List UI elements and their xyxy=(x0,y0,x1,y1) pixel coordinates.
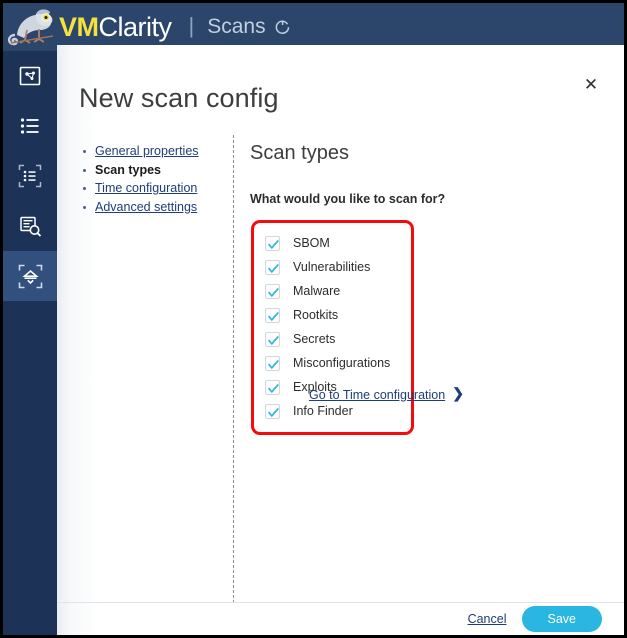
chevron-right-icon: ❯ xyxy=(452,385,464,401)
check-icon xyxy=(267,263,279,273)
checkbox-label: SBOM xyxy=(293,236,330,250)
checkbox-label: Misconfigurations xyxy=(293,356,391,370)
sidebar-item-scan-types[interactable]: Scan types xyxy=(79,161,239,180)
section-question: What would you like to scan for? xyxy=(250,192,446,206)
step-label: General properties xyxy=(95,144,199,158)
sidebar-item-general-properties[interactable]: General properties xyxy=(79,142,239,161)
checkbox-exploits[interactable] xyxy=(265,379,280,395)
checkbox-label: Secrets xyxy=(293,332,336,346)
checkbox-misconfigurations[interactable] xyxy=(265,355,280,371)
brand-title: VM Clarity xyxy=(59,12,172,43)
checkbox-label: Vulnerabilities xyxy=(293,260,371,274)
header-separator: | xyxy=(188,13,195,38)
checkbox-malware[interactable] xyxy=(265,283,280,299)
logo-container[interactable] xyxy=(3,3,57,51)
checkbox-label: Malware xyxy=(293,284,341,298)
checkbox-row-vulnerabilities[interactable]: Vulnerabilities xyxy=(254,255,411,279)
checkbox-row-malware[interactable]: Malware xyxy=(254,279,411,303)
next-link-label: Go to Time configuration xyxy=(309,387,446,402)
checkbox-rootkits[interactable] xyxy=(265,307,280,323)
report-search-icon xyxy=(19,216,41,237)
checkbox-vulnerabilities[interactable] xyxy=(265,259,280,275)
checkbox-secrets[interactable] xyxy=(265,331,280,347)
checkbox-row-sbom[interactable]: SBOM xyxy=(254,231,411,255)
modal-footer: Cancel Save xyxy=(468,603,602,634)
list-icon xyxy=(20,118,39,134)
save-button[interactable]: Save xyxy=(521,605,602,632)
section-title: Scan types xyxy=(250,142,349,164)
checkbox-row-rootkits[interactable]: Rootkits xyxy=(254,303,411,327)
check-icon xyxy=(267,335,279,345)
app-header: VM Clarity | Scans xyxy=(3,3,624,51)
check-icon xyxy=(267,359,279,369)
step-label: Scan types xyxy=(95,162,162,177)
dashboard-chart-icon xyxy=(19,66,41,86)
sidebar-item-scans[interactable] xyxy=(3,251,57,301)
step-label: Time configuration xyxy=(95,181,198,195)
chameleon-logo-icon xyxy=(7,9,54,46)
brand-clarity: Clarity xyxy=(98,11,173,42)
checkbox-row-secrets[interactable]: Secrets xyxy=(254,327,411,351)
checkbox-row-misconfigurations[interactable]: Misconfigurations xyxy=(254,351,411,375)
checkbox-info-finder[interactable] xyxy=(265,403,280,419)
header-page-section: Scans xyxy=(207,15,290,39)
app-window: VM Clarity | Scans ✕ New scan config Gen… xyxy=(0,0,627,638)
checkbox-sbom[interactable] xyxy=(265,235,280,251)
check-icon xyxy=(267,287,279,297)
scoped-list-icon xyxy=(18,164,42,188)
sidebar-item-asset-scans[interactable] xyxy=(3,151,57,201)
vertical-divider xyxy=(233,135,234,603)
check-icon xyxy=(267,383,279,393)
page-title: New scan config xyxy=(79,83,279,113)
sidebar-rail xyxy=(3,51,57,635)
sidebar-item-dashboard[interactable] xyxy=(3,51,57,101)
step-nav: General properties Scan types Time confi… xyxy=(79,142,239,216)
header-page-name: Scans xyxy=(207,15,266,38)
sidebar-item-advanced-settings[interactable]: Advanced settings xyxy=(79,198,239,217)
close-icon[interactable]: ✕ xyxy=(580,74,602,96)
check-icon xyxy=(267,311,279,321)
scan-target-icon xyxy=(18,264,42,288)
check-icon xyxy=(267,407,279,417)
refresh-icon[interactable] xyxy=(274,19,291,36)
sidebar-item-assets[interactable] xyxy=(3,101,57,151)
checkbox-label: Info Finder xyxy=(293,404,353,418)
sidebar-item-findings[interactable] xyxy=(3,201,57,251)
checkbox-label: Rootkits xyxy=(293,308,339,322)
brand-vm: VM xyxy=(59,11,99,42)
cancel-button[interactable]: Cancel xyxy=(468,612,507,626)
step-label: Advanced settings xyxy=(95,199,198,214)
check-icon xyxy=(267,239,279,249)
sidebar-item-time-configuration[interactable]: Time configuration xyxy=(79,179,239,198)
go-to-time-configuration-link[interactable]: Go to Time configuration ❯ xyxy=(309,385,464,403)
new-scan-config-modal: ✕ New scan config General properties Sca… xyxy=(57,45,624,635)
